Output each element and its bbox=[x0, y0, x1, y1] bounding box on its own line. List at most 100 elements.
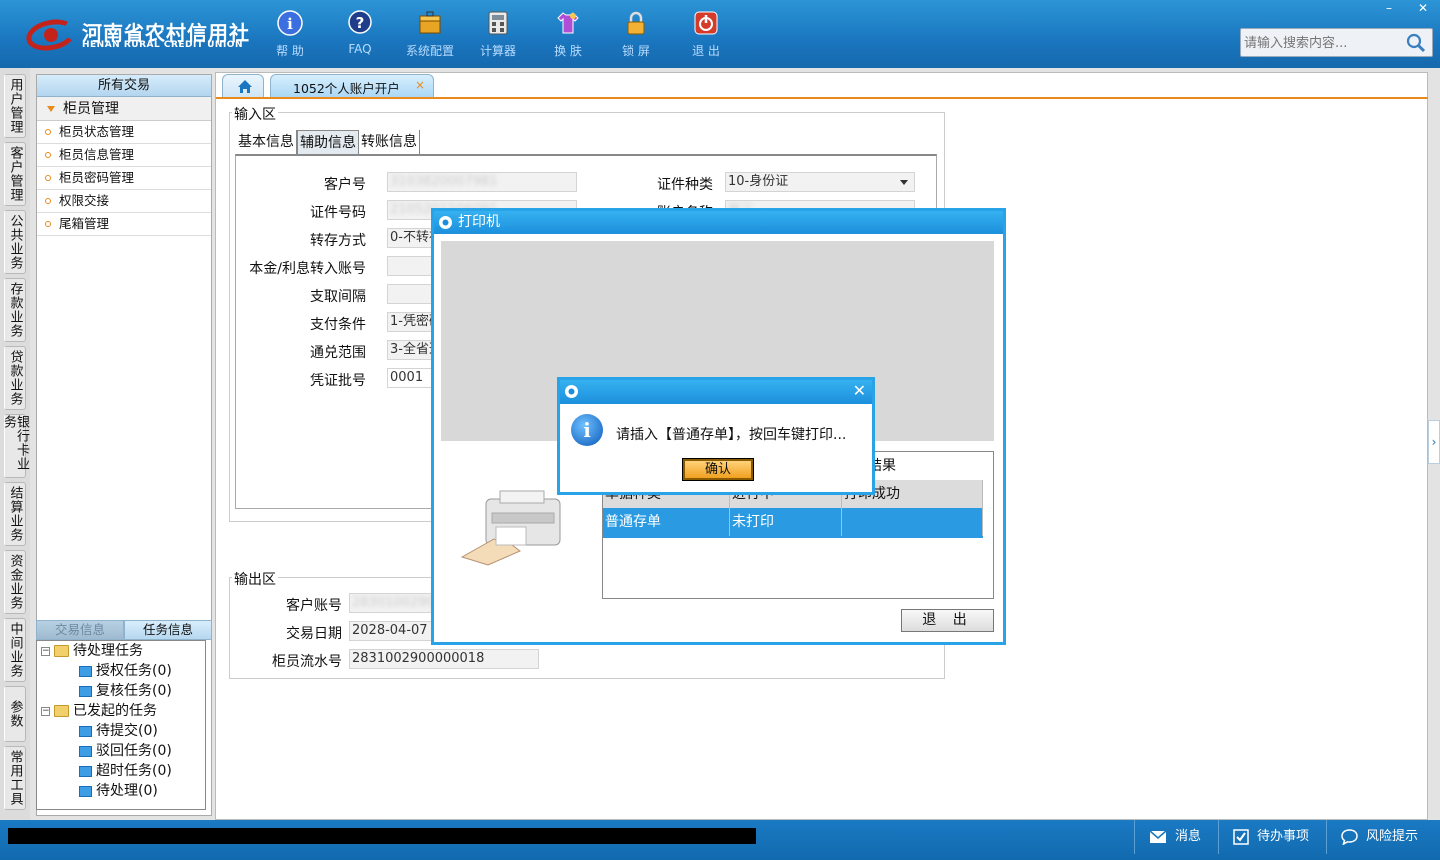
side-tab-public[interactable]: 公共业务 bbox=[4, 210, 26, 274]
faq-label: FAQ bbox=[348, 42, 372, 56]
tab-transaction-info[interactable]: 交易信息 bbox=[36, 620, 124, 640]
brand-name-en: HENAN RURAL CREDIT UNION bbox=[82, 40, 243, 50]
principal-account-label: 本金/利息转入账号 bbox=[249, 261, 366, 277]
tree-node-auth[interactable]: 授权任务(0) bbox=[79, 661, 172, 681]
tab-label: 1052个人账户开户 bbox=[293, 81, 400, 96]
confirm-button[interactable]: 确认 bbox=[682, 458, 754, 481]
power-icon bbox=[694, 11, 718, 35]
side-tab-customer-mgmt[interactable]: 客户管理 bbox=[4, 142, 26, 206]
help-button[interactable]: i 帮 助 bbox=[260, 8, 320, 60]
calculator-button[interactable]: 计算器 bbox=[468, 8, 528, 60]
tab-home[interactable] bbox=[222, 74, 264, 98]
svg-text:i: i bbox=[287, 15, 293, 33]
messages-button[interactable]: 消息 bbox=[1134, 820, 1214, 854]
side-tab-settlement[interactable]: 结算业务 bbox=[4, 482, 26, 546]
lock-icon bbox=[627, 11, 645, 35]
collapse-icon[interactable]: − bbox=[41, 646, 50, 656]
menu-item-label: 柜员密码管理 bbox=[59, 170, 135, 185]
printer-dialog-titlebar[interactable]: 打印机 bbox=[434, 211, 1003, 234]
side-tab-funds[interactable]: 资金业务 bbox=[4, 550, 26, 614]
skin-label: 换 肤 bbox=[554, 44, 582, 58]
lock-button[interactable]: 锁 屏 bbox=[606, 8, 666, 60]
collapse-panel-chevron-icon[interactable]: › bbox=[1428, 420, 1440, 464]
task-icon bbox=[79, 725, 92, 737]
menu-item-teller-info[interactable]: 柜员信息管理 bbox=[37, 144, 211, 167]
tree-label: 待提交(0) bbox=[96, 723, 158, 739]
customer-no-label: 客户号 bbox=[324, 177, 366, 193]
tab-transfer-info[interactable]: 转账信息 bbox=[359, 130, 420, 154]
dropdown-arrow-icon[interactable] bbox=[900, 180, 908, 185]
exit-label: 退 出 bbox=[692, 44, 720, 58]
id-type-value: 10-身份证 bbox=[728, 174, 789, 189]
close-icon[interactable]: ✕ bbox=[853, 382, 866, 400]
tree-node-initiated[interactable]: − 已发起的任务 bbox=[41, 701, 157, 721]
message-dialog-titlebar[interactable]: ✕ bbox=[560, 380, 872, 404]
search-input[interactable] bbox=[1244, 34, 1404, 52]
side-tab-user-mgmt[interactable]: 用户管理 bbox=[4, 74, 26, 138]
menu-item-cash-box[interactable]: 尾箱管理 bbox=[37, 213, 211, 236]
table-row[interactable]: 普通存单 未打印 bbox=[603, 508, 983, 538]
todo-button[interactable]: 待办事项 bbox=[1218, 820, 1324, 854]
menu-item-label: 柜员状态管理 bbox=[59, 124, 135, 139]
faq-button[interactable]: ? FAQ bbox=[330, 8, 390, 60]
minimize-button[interactable]: – bbox=[1372, 0, 1406, 18]
menu-item-permission-handover[interactable]: 权限交接 bbox=[37, 190, 211, 213]
trade-date-label: 交易日期 bbox=[286, 626, 342, 642]
customer-no-field[interactable]: 3103820007981 bbox=[387, 172, 577, 192]
task-tabs: 交易信息 任务信息 bbox=[36, 620, 212, 640]
menu-group-label: 柜员管理 bbox=[63, 100, 119, 117]
side-tab-loan[interactable]: 贷款业务 bbox=[4, 346, 26, 410]
bullet-icon bbox=[45, 129, 51, 135]
settings-button[interactable]: 系统配置 bbox=[400, 8, 460, 60]
tree-label: 已发起的任务 bbox=[73, 703, 157, 719]
tree-node-to-process[interactable]: 待处理(0) bbox=[79, 781, 158, 801]
home-icon bbox=[238, 80, 252, 93]
task-icon bbox=[79, 785, 92, 797]
tree-node-rejected[interactable]: 驳回任务(0) bbox=[79, 741, 172, 761]
expand-arrow-icon bbox=[47, 105, 55, 112]
search-icon[interactable] bbox=[1406, 33, 1426, 53]
folder-icon bbox=[54, 645, 69, 657]
info-icon: i bbox=[571, 414, 603, 446]
customer-no-value: 3103820007981 bbox=[390, 174, 498, 189]
printer-icon bbox=[460, 490, 561, 566]
lock-label: 锁 屏 bbox=[622, 44, 650, 58]
tree-node-pending[interactable]: − 待处理任务 bbox=[41, 641, 143, 661]
info-icon: i bbox=[277, 10, 303, 36]
tab-task-info[interactable]: 任务信息 bbox=[124, 620, 212, 640]
task-tree: − 待处理任务 授权任务(0) 复核任务(0) − 已发起的任务 待提交(0) 驳回… bbox=[36, 640, 206, 810]
menu-item-teller-password[interactable]: 柜员密码管理 bbox=[37, 167, 211, 190]
tab-account-opening[interactable]: 1052个人账户开户 × bbox=[270, 74, 434, 98]
printer-dialog-title: 打印机 bbox=[458, 214, 500, 230]
exit-button[interactable]: 退 出 bbox=[676, 8, 736, 60]
menu-group-teller[interactable]: 柜员管理 bbox=[37, 97, 211, 121]
menu-item-teller-status[interactable]: 柜员状态管理 bbox=[37, 121, 211, 144]
id-no-label: 证件号码 bbox=[310, 205, 366, 221]
svg-text:?: ? bbox=[356, 14, 365, 32]
tab-aux-info[interactable]: 辅助信息 bbox=[297, 130, 359, 154]
tree-node-to-submit[interactable]: 待提交(0) bbox=[79, 721, 158, 741]
tree-node-timeout[interactable]: 超时任务(0) bbox=[79, 761, 172, 781]
tree-node-review[interactable]: 复核任务(0) bbox=[79, 681, 172, 701]
close-window-button[interactable]: ✕ bbox=[1406, 0, 1440, 18]
risk-alert-button[interactable]: 风险提示 bbox=[1326, 820, 1440, 854]
folder-icon bbox=[54, 705, 69, 717]
tab-basic-info[interactable]: 基本信息 bbox=[236, 130, 297, 154]
side-tab-deposit[interactable]: 存款业务 bbox=[4, 278, 26, 342]
collapse-icon[interactable]: − bbox=[41, 706, 50, 716]
teller-serial-label: 柜员流水号 bbox=[272, 654, 342, 670]
side-tab-tools[interactable]: 常用工具 bbox=[4, 746, 26, 810]
exchange-range-label: 通兑范围 bbox=[310, 345, 366, 361]
tab-close-icon[interactable]: × bbox=[415, 78, 425, 92]
side-tab-params[interactable]: 参数 bbox=[4, 686, 26, 742]
row-doc-type: 普通存单 bbox=[603, 508, 730, 536]
pay-condition-label: 支付条件 bbox=[310, 317, 366, 333]
id-type-select[interactable]: 10-身份证 bbox=[725, 172, 915, 192]
tree-label: 授权任务(0) bbox=[96, 663, 172, 679]
side-tab-intermediary[interactable]: 中间业务 bbox=[4, 618, 26, 682]
printer-exit-button[interactable]: 退 出 bbox=[901, 609, 994, 632]
shirt-icon bbox=[557, 12, 579, 34]
skin-button[interactable]: 换 肤 bbox=[538, 8, 598, 60]
side-tab-card[interactable]: 银行卡业务 bbox=[1, 414, 29, 478]
brand-logo: 河南省农村信用社 HENAN RURAL CREDIT UNION bbox=[23, 14, 249, 56]
